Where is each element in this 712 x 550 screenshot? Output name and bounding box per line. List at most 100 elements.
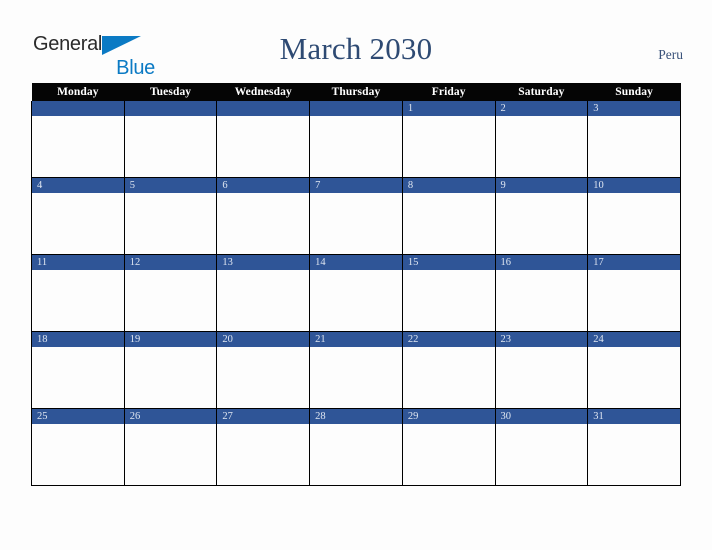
day-events-area[interactable] — [310, 116, 402, 176]
day-events-area[interactable] — [310, 424, 402, 484]
day-events-area[interactable] — [403, 116, 495, 176]
day-events-area[interactable] — [125, 424, 217, 484]
calendar-day-cell[interactable]: 14 — [309, 254, 403, 332]
date-number: 8 — [402, 178, 495, 193]
calendar-day-cell[interactable] — [216, 101, 311, 178]
calendar-day-cell[interactable]: 12 — [123, 254, 218, 332]
day-events-area[interactable] — [125, 347, 217, 407]
day-events-area[interactable] — [125, 270, 217, 330]
date-number: 20 — [217, 332, 310, 347]
calendar-day-cell[interactable]: 22 — [401, 331, 496, 409]
calendar-day-cell[interactable]: 24 — [587, 331, 681, 409]
date-number: 30 — [495, 409, 588, 424]
date-number: 23 — [495, 332, 588, 347]
day-events-area[interactable] — [32, 116, 124, 176]
calendar-day-cell[interactable]: 31 — [587, 408, 681, 486]
calendar-day-cell[interactable]: 18 — [31, 331, 125, 409]
date-number: 11 — [32, 255, 124, 270]
day-events-area[interactable] — [403, 424, 495, 484]
date-number — [32, 101, 124, 116]
day-events-area[interactable] — [588, 270, 680, 330]
calendar-week-row: 1 2 3 — [31, 101, 681, 178]
calendar-day-cell[interactable] — [309, 101, 403, 178]
date-number: 7 — [310, 178, 402, 193]
calendar-day-cell[interactable]: 20 — [216, 331, 311, 409]
day-events-area[interactable] — [588, 424, 680, 484]
calendar-body: 1 2 3 4 5 6 7 8 9 10 11 12 13 14 15 16 1… — [31, 101, 681, 486]
calendar-day-cell[interactable] — [123, 101, 218, 178]
day-events-area[interactable] — [496, 116, 588, 176]
calendar-week-row: 11 12 13 14 15 16 17 — [31, 254, 681, 332]
day-events-area[interactable] — [496, 347, 588, 407]
calendar-day-cell[interactable]: 27 — [216, 408, 311, 486]
calendar-day-cell[interactable]: 19 — [123, 331, 218, 409]
day-events-area[interactable] — [496, 424, 588, 484]
day-events-area[interactable] — [32, 347, 124, 407]
day-events-area[interactable] — [403, 270, 495, 330]
day-events-area[interactable] — [310, 347, 402, 407]
day-events-area[interactable] — [588, 193, 680, 253]
date-number: 29 — [402, 409, 495, 424]
calendar-day-cell[interactable]: 16 — [494, 254, 589, 332]
calendar-day-cell[interactable]: 15 — [401, 254, 496, 332]
calendar-day-cell[interactable]: 29 — [401, 408, 496, 486]
date-number: 6 — [217, 178, 310, 193]
date-number: 24 — [588, 332, 680, 347]
calendar-day-cell[interactable]: 1 — [401, 101, 496, 178]
day-events-area[interactable] — [403, 347, 495, 407]
date-number: 22 — [402, 332, 495, 347]
day-events-area[interactable] — [403, 193, 495, 253]
day-events-area[interactable] — [217, 270, 309, 330]
day-events-area[interactable] — [125, 116, 217, 176]
day-events-area[interactable] — [32, 193, 124, 253]
date-number: 4 — [32, 178, 124, 193]
date-number: 31 — [588, 409, 680, 424]
day-events-area[interactable] — [125, 193, 217, 253]
calendar-day-cell[interactable]: 4 — [31, 177, 125, 255]
calendar-day-cell[interactable]: 17 — [587, 254, 681, 332]
day-events-area[interactable] — [217, 193, 309, 253]
calendar-day-cell[interactable]: 11 — [31, 254, 125, 332]
calendar-day-cell[interactable]: 13 — [216, 254, 311, 332]
calendar-day-cell[interactable]: 9 — [494, 177, 589, 255]
calendar-day-cell[interactable]: 7 — [309, 177, 403, 255]
page-header: General Blue March 2030 Peru — [0, 0, 712, 83]
date-number: 3 — [588, 101, 680, 116]
day-events-area[interactable] — [32, 424, 124, 484]
date-number — [310, 101, 402, 116]
day-events-area[interactable] — [217, 347, 309, 407]
date-number: 16 — [495, 255, 588, 270]
date-number: 19 — [124, 332, 217, 347]
day-events-area[interactable] — [496, 193, 588, 253]
calendar-day-cell[interactable]: 30 — [494, 408, 589, 486]
calendar-week-row: 18 19 20 21 22 23 24 — [31, 331, 681, 409]
calendar-day-cell[interactable]: 6 — [216, 177, 311, 255]
calendar-day-cell[interactable] — [31, 101, 125, 178]
date-number — [124, 101, 217, 116]
calendar-day-cell[interactable]: 3 — [587, 101, 681, 178]
weekday-header-tuesday: Tuesday — [124, 83, 217, 101]
day-events-area[interactable] — [588, 347, 680, 407]
day-events-area[interactable] — [588, 116, 680, 176]
day-events-area[interactable] — [310, 193, 402, 253]
calendar-day-cell[interactable]: 5 — [123, 177, 218, 255]
calendar-week-row: 25 26 27 28 29 30 31 — [31, 408, 681, 486]
day-events-area[interactable] — [217, 116, 309, 176]
page-title: March 2030 — [279, 31, 433, 66]
calendar-day-cell[interactable]: 28 — [309, 408, 403, 486]
day-events-area[interactable] — [496, 270, 588, 330]
weekday-header-friday: Friday — [402, 83, 496, 101]
calendar-day-cell[interactable]: 21 — [309, 331, 403, 409]
day-events-area[interactable] — [32, 270, 124, 330]
day-events-area[interactable] — [310, 270, 402, 330]
calendar-day-cell[interactable]: 2 — [494, 101, 589, 178]
calendar-day-cell[interactable]: 8 — [401, 177, 496, 255]
calendar-day-cell[interactable]: 23 — [494, 331, 589, 409]
date-number: 1 — [402, 101, 495, 116]
calendar-day-cell[interactable]: 25 — [31, 408, 125, 486]
calendar-day-cell[interactable]: 26 — [123, 408, 218, 486]
date-number: 14 — [310, 255, 402, 270]
day-events-area[interactable] — [217, 424, 309, 484]
calendar-day-cell[interactable]: 10 — [587, 177, 681, 255]
weekday-header-saturday: Saturday — [495, 83, 588, 101]
